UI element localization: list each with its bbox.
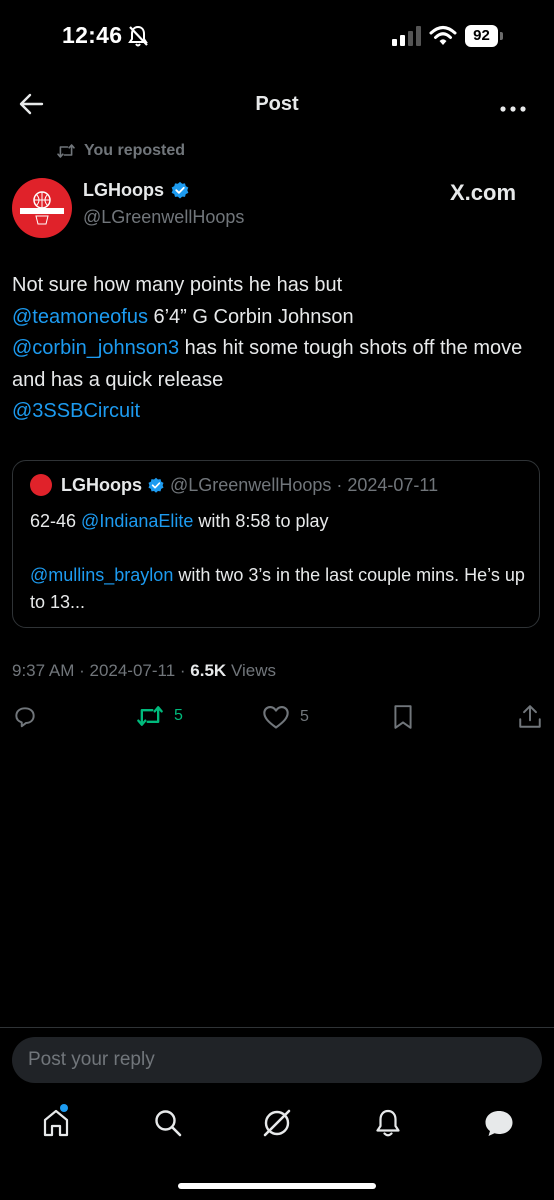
author-name-text: LGHoops (83, 180, 164, 200)
share-icon (519, 705, 541, 728)
quote-date: 2024-07-11 (347, 475, 439, 495)
quote-author-handle: @LGreenwellHoops (170, 475, 332, 495)
repost-icon (137, 706, 163, 726)
quote-text-part: 62-46 (30, 511, 82, 531)
page-title: Post (255, 93, 299, 115)
verified-badge-icon (148, 477, 164, 493)
share-button[interactable] (518, 704, 542, 730)
avatar[interactable] (12, 178, 72, 238)
nav-notifications-icon[interactable] (374, 1108, 402, 1143)
post-time: 9:37 AM (12, 661, 75, 680)
tweet-text: Not sure how many points he has but @tea… (12, 270, 532, 428)
quote-author-name: LGHoops (61, 475, 142, 495)
author-handle[interactable]: @LGreenwellHoops (83, 207, 244, 228)
bookmark-button[interactable] (392, 704, 414, 730)
like-button[interactable]: 5 (262, 704, 309, 730)
cellular-signal-icon (392, 26, 422, 51)
nav-home-icon[interactable] (42, 1108, 70, 1143)
mention-link[interactable]: @3SSBCircuit (12, 400, 140, 422)
heart-icon (263, 706, 289, 729)
reply-divider (0, 1027, 554, 1028)
source-label: X.com (450, 180, 517, 205)
nav-grok-icon[interactable] (262, 1108, 292, 1143)
wifi-icon (429, 25, 457, 52)
repost-count: 5 (174, 707, 183, 724)
home-indicator (178, 1183, 376, 1189)
quote-avatar (30, 474, 52, 496)
tweet-text-line: Not sure how many points he has but (12, 274, 343, 296)
quote-text: 62-46 @IndianaElite with 8:58 to play @m… (30, 508, 530, 616)
quote-header: LGHoops @LGreenwellHoops · 2024-07-11 (61, 475, 439, 495)
reply-icon (15, 707, 35, 728)
quoted-tweet[interactable]: LGHoops @LGreenwellHoops · 2024-07-11 62-4… (12, 460, 540, 628)
more-options-icon[interactable] (500, 100, 526, 118)
silent-mode-icon (127, 24, 149, 53)
mention-link[interactable]: @teamoneofus (12, 306, 148, 328)
post-date: 2024-07-11 (89, 661, 176, 680)
tweet-text-line: 6’4” G Corbin Johnson (147, 305, 354, 328)
repost-button[interactable]: 5 (136, 704, 183, 728)
status-time: 12:46 (62, 22, 123, 48)
bookmark-icon (394, 705, 412, 729)
battery-icon: 92 (465, 25, 503, 47)
reply-button[interactable] (12, 704, 38, 730)
nav-messages-icon[interactable] (483, 1108, 515, 1143)
mention-link[interactable]: @IndianaElite (81, 511, 193, 531)
author-name[interactable]: LGHoops (83, 180, 190, 201)
repost-indicator-label: You reposted (84, 142, 186, 159)
repost-indicator: You reposted (56, 142, 185, 160)
quote-text-part: with 8:58 to play (193, 511, 329, 531)
reply-input[interactable]: Post your reply (12, 1037, 542, 1083)
verified-badge-icon (171, 181, 189, 198)
nav-search-icon[interactable] (153, 1108, 183, 1143)
like-count: 5 (300, 708, 309, 725)
battery-level: 92 (465, 25, 498, 47)
mention-link[interactable]: @corbin_johnson3 (12, 337, 179, 359)
repost-small-icon (57, 144, 75, 158)
views-label: Views (230, 661, 276, 680)
views-count: 6.5K (190, 661, 227, 680)
mention-link[interactable]: @mullins_braylon (30, 565, 173, 585)
post-meta: 9:37 AM · 2024-07-11 · 6.5K Views (12, 661, 276, 680)
